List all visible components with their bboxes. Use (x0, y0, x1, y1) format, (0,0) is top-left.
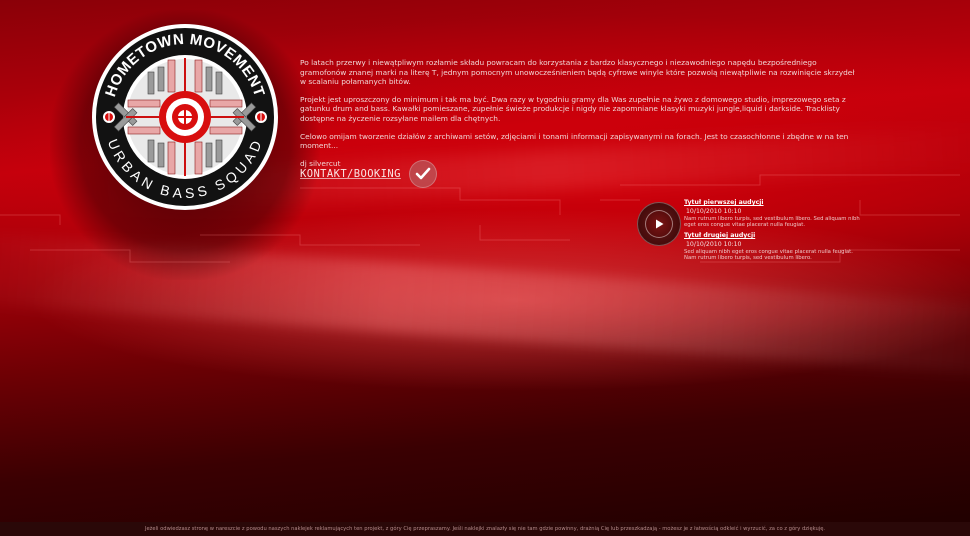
contact-booking-link[interactable]: KONTAKT/BOOKING (300, 160, 437, 188)
intro-paragraph: Po latach przerwy i niewątpliwym rozłami… (300, 58, 855, 87)
contact-booking-label[interactable]: KONTAKT/BOOKING (300, 168, 401, 180)
intro-text-block: Po latach przerwy i niewątpliwym rozłami… (300, 58, 855, 176)
audition-item: Tytuł drugiej audycji 10/10/2010 10:10 S… (684, 232, 864, 261)
checkmark-icon[interactable] (408, 160, 437, 188)
intro-paragraph: Celowo omijam tworzenie działów z archiw… (300, 131, 849, 151)
play-button[interactable] (637, 202, 681, 246)
audition-title-link[interactable]: Tytuł pierwszej audycji (684, 199, 864, 206)
footer-text: Jeżeli odwiedzasz stronę w nareszcie z p… (144, 526, 826, 532)
audition-item: Tytuł pierwszej audycji 10/10/2010 10:10… (684, 199, 864, 228)
footer-bar: Jeżeli odwiedzasz stronę w nareszcie z p… (0, 522, 970, 536)
audition-description: Sed aliquam nibh eget eros congue vitae … (684, 249, 853, 261)
intro-paragraph: Projekt jest uproszczony do minimum i ta… (300, 94, 846, 123)
audition-date: 10/10/2010 10:10 (686, 208, 742, 215)
play-icon[interactable] (645, 210, 673, 238)
audition-description: Nam rutrum libero turpis, sed vestibulum… (684, 216, 860, 228)
audition-title-link[interactable]: Tytuł drugiej audycji (684, 232, 864, 239)
auditions-list: Tytuł pierwszej audycji 10/10/2010 10:10… (684, 199, 864, 265)
hometown-movement-logo[interactable]: HOMETOWN MOVEMENT URBAN BASS SQUAD (90, 22, 280, 212)
audition-date: 10/10/2010 10:10 (686, 241, 742, 248)
